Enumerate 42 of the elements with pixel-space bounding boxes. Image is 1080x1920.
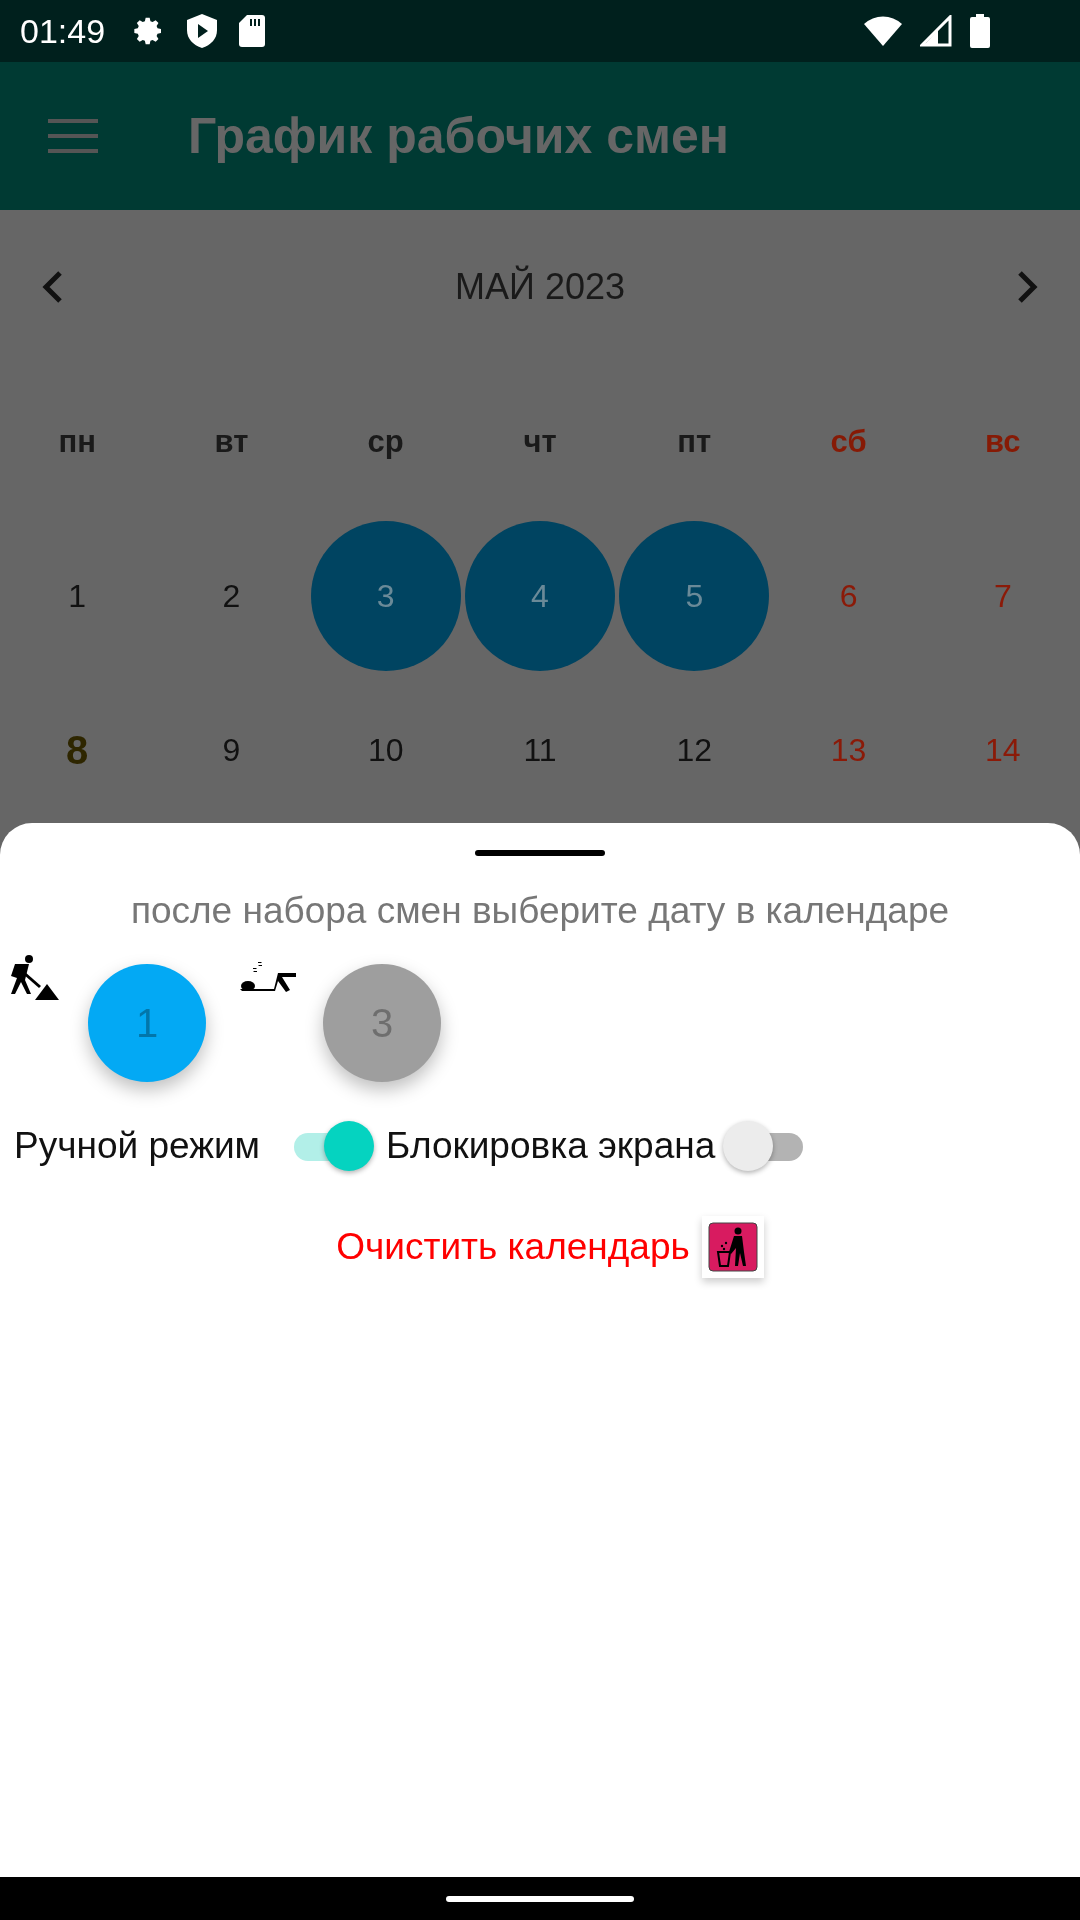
weekday-label: сб	[830, 424, 867, 460]
shield-play-icon	[187, 14, 218, 48]
menu-icon[interactable]	[48, 119, 98, 153]
battery-icon	[970, 14, 990, 48]
calendar-day[interactable]: 12	[619, 675, 770, 825]
calendar-day[interactable]: 2	[156, 521, 307, 671]
weekday-label: пт	[677, 424, 712, 460]
trash-button[interactable]	[701, 1216, 764, 1278]
calendar-day[interactable]: 1	[2, 521, 153, 671]
app-title: График рабочих смен	[188, 107, 729, 165]
calendar-day[interactable]: 9	[156, 675, 307, 825]
weekday-label: чт	[523, 424, 557, 460]
wifi-icon	[864, 16, 902, 46]
chevron-left-icon[interactable]	[40, 270, 64, 304]
weekday-label: ср	[367, 424, 404, 460]
clear-calendar-button[interactable]: Очистить календарь	[336, 1226, 690, 1268]
shift-button[interactable]: 1	[88, 964, 206, 1082]
calendar-day[interactable]: 8	[2, 675, 153, 825]
calendar-day[interactable]: 11	[465, 675, 615, 825]
calendar-day[interactable]: 6	[773, 521, 924, 671]
calendar-day[interactable]: 14	[927, 675, 1078, 825]
home-indicator[interactable]	[446, 1895, 634, 1902]
trash-person-icon	[707, 1222, 758, 1272]
weekday-label: пн	[58, 424, 96, 460]
switch-label: Блокировка экрана	[386, 1125, 716, 1167]
month-title: МАЙ 2023	[455, 266, 625, 308]
calendar-day[interactable]: 10	[310, 675, 461, 825]
clock: 01:49	[20, 11, 106, 51]
calendar-day[interactable]: 3	[310, 521, 461, 671]
drag-handle[interactable]	[475, 850, 605, 856]
signal-icon	[920, 15, 952, 47]
calendar-day[interactable]: 7	[927, 521, 1078, 671]
sd-card-icon	[239, 15, 266, 47]
calendar-day[interactable]: 5	[619, 521, 770, 671]
calendar-day[interactable]: 13	[773, 675, 924, 825]
weekday-label: вс	[985, 424, 1021, 460]
calendar-day[interactable]: 4	[465, 521, 615, 671]
sleeping-person-icon	[240, 960, 298, 994]
weekday-label: вт	[214, 424, 249, 460]
chevron-right-icon[interactable]	[1016, 270, 1040, 304]
switch-label: Ручной режим	[14, 1125, 260, 1167]
hint-text: после набора смен выберите дату в календаре	[130, 890, 950, 932]
